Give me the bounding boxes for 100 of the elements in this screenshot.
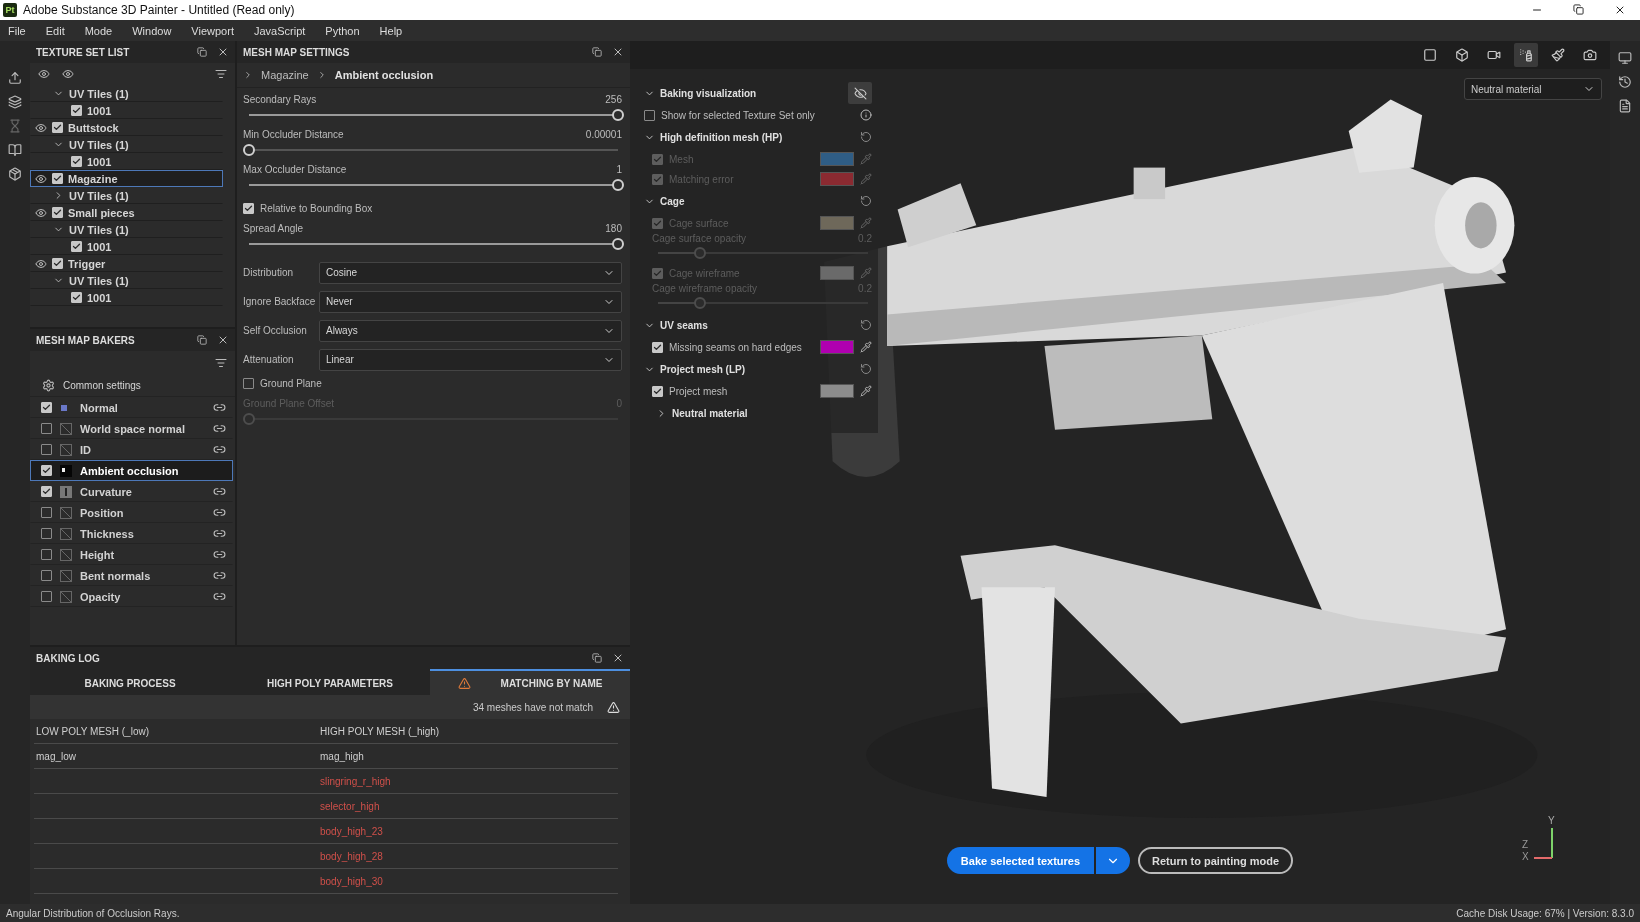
checkbox[interactable]: [52, 258, 63, 269]
menu-item[interactable]: JavaScript: [253, 24, 306, 37]
tab[interactable]: MATCHING BY NAME: [430, 669, 630, 695]
breadcrumb-item[interactable]: Ambient occlusion: [334, 69, 434, 81]
dropdown[interactable]: Linear: [319, 348, 622, 371]
eye-icon[interactable]: [35, 121, 47, 134]
checkbox[interactable]: [652, 341, 663, 353]
menu-item[interactable]: Mode: [84, 24, 113, 37]
dropdown[interactable]: Always: [319, 319, 622, 342]
tree-row[interactable]: Magazine: [30, 170, 223, 187]
float-icon[interactable]: [592, 47, 602, 57]
checkbox[interactable]: [41, 444, 52, 455]
menu-item[interactable]: Viewport: [191, 24, 234, 37]
link-icon[interactable]: [213, 443, 226, 456]
link-icon[interactable]: [213, 485, 226, 498]
tree-row[interactable]: 1001: [30, 102, 223, 119]
checkbox[interactable]: [41, 549, 52, 560]
hide-button[interactable]: [848, 82, 872, 104]
dropdown[interactable]: Cosine: [319, 261, 622, 284]
link-icon[interactable]: [213, 422, 226, 435]
material-dropdown[interactable]: Neutral material: [1464, 78, 1602, 100]
tab[interactable]: BAKING PROCESS: [30, 669, 230, 695]
eye-icon[interactable]: [38, 68, 50, 80]
checkbox[interactable]: [644, 109, 655, 121]
tree-row[interactable]: Trigger: [30, 255, 223, 272]
eye-icon[interactable]: [35, 206, 47, 219]
link-icon[interactable]: [213, 569, 226, 582]
baker-row[interactable]: Curvature: [30, 481, 233, 502]
box-icon[interactable]: [8, 167, 22, 181]
checkbox[interactable]: [41, 465, 52, 476]
checkbox[interactable]: [41, 423, 52, 434]
bake-options-button[interactable]: [1096, 847, 1131, 874]
menu-item[interactable]: Help: [379, 24, 403, 37]
common-settings-label[interactable]: Common settings: [63, 380, 141, 391]
pipette-icon[interactable]: [860, 341, 872, 353]
menu-icon[interactable]: [215, 357, 227, 369]
checkbox[interactable]: [52, 207, 63, 218]
link-icon[interactable]: [213, 548, 226, 561]
baker-row[interactable]: Normal: [30, 397, 233, 418]
display-settings-icon[interactable]: [1618, 51, 1632, 65]
tree-row[interactable]: 1001: [30, 289, 223, 306]
tree-row[interactable]: Buttstock: [30, 119, 223, 136]
link-icon[interactable]: [213, 527, 226, 540]
checkbox[interactable]: [52, 173, 63, 184]
eye-icon[interactable]: [35, 257, 47, 270]
checkbox[interactable]: [41, 528, 52, 539]
toolbar-button[interactable]: [1514, 43, 1538, 67]
close-icon[interactable]: [217, 334, 229, 346]
close-icon[interactable]: [1614, 4, 1626, 16]
reset-icon[interactable]: [860, 131, 872, 143]
reset-icon[interactable]: [860, 195, 872, 207]
baker-row[interactable]: World space normal: [30, 418, 233, 439]
tree-row[interactable]: UV Tiles (1): [30, 272, 223, 289]
hourglass-icon[interactable]: [8, 119, 22, 133]
checkbox[interactable]: [71, 156, 82, 167]
tree-row[interactable]: Small pieces: [30, 204, 223, 221]
history-icon[interactable]: [1618, 75, 1632, 89]
link-icon[interactable]: [213, 506, 226, 519]
reset-icon[interactable]: [860, 319, 872, 331]
return-button[interactable]: Return to painting mode: [1138, 847, 1294, 874]
dropdown[interactable]: Never: [319, 290, 622, 313]
baker-row[interactable]: Position: [30, 502, 233, 523]
tree-row[interactable]: UV Tiles (1): [30, 85, 223, 102]
color-swatch[interactable]: [820, 384, 854, 398]
baker-row[interactable]: Bent normals: [30, 565, 233, 586]
checkbox[interactable]: [41, 507, 52, 518]
close-icon[interactable]: [217, 46, 229, 58]
tree-row[interactable]: UV Tiles (1): [30, 136, 223, 153]
menu-item[interactable]: Window: [132, 24, 172, 37]
tree-row[interactable]: 1001: [30, 238, 223, 255]
book-icon[interactable]: [8, 143, 22, 157]
float-icon[interactable]: [197, 335, 207, 345]
link-icon[interactable]: [213, 590, 226, 603]
menu-item[interactable]: Python: [325, 24, 360, 37]
checkbox[interactable]: [243, 377, 254, 389]
reset-icon[interactable]: [860, 363, 872, 375]
checkbox[interactable]: [41, 486, 52, 497]
menu-item[interactable]: File: [8, 24, 26, 37]
checkbox[interactable]: [243, 202, 254, 214]
tab[interactable]: HIGH POLY PARAMETERS: [230, 669, 430, 695]
menu-item[interactable]: Edit: [45, 24, 65, 37]
baker-row[interactable]: Ambient occlusion: [30, 460, 233, 481]
menu-icon[interactable]: [215, 68, 227, 80]
link-icon[interactable]: [213, 401, 226, 414]
checkbox[interactable]: [71, 292, 82, 303]
checkbox[interactable]: [52, 122, 63, 133]
baker-row[interactable]: Opacity: [30, 586, 233, 607]
eye-icon[interactable]: [35, 172, 47, 185]
restore-icon[interactable]: [1573, 4, 1584, 15]
checkbox[interactable]: [41, 591, 52, 602]
close-icon[interactable]: [612, 652, 624, 664]
checkbox[interactable]: [41, 570, 52, 581]
tree-row[interactable]: UV Tiles (1): [30, 221, 223, 238]
tree-row[interactable]: UV Tiles (1): [30, 187, 223, 204]
color-swatch[interactable]: [820, 340, 854, 354]
checkbox[interactable]: [41, 402, 52, 413]
checkbox[interactable]: [652, 385, 663, 397]
document-icon[interactable]: [1618, 99, 1632, 113]
export-icon[interactable]: [8, 71, 22, 85]
baker-row[interactable]: Thickness: [30, 523, 233, 544]
